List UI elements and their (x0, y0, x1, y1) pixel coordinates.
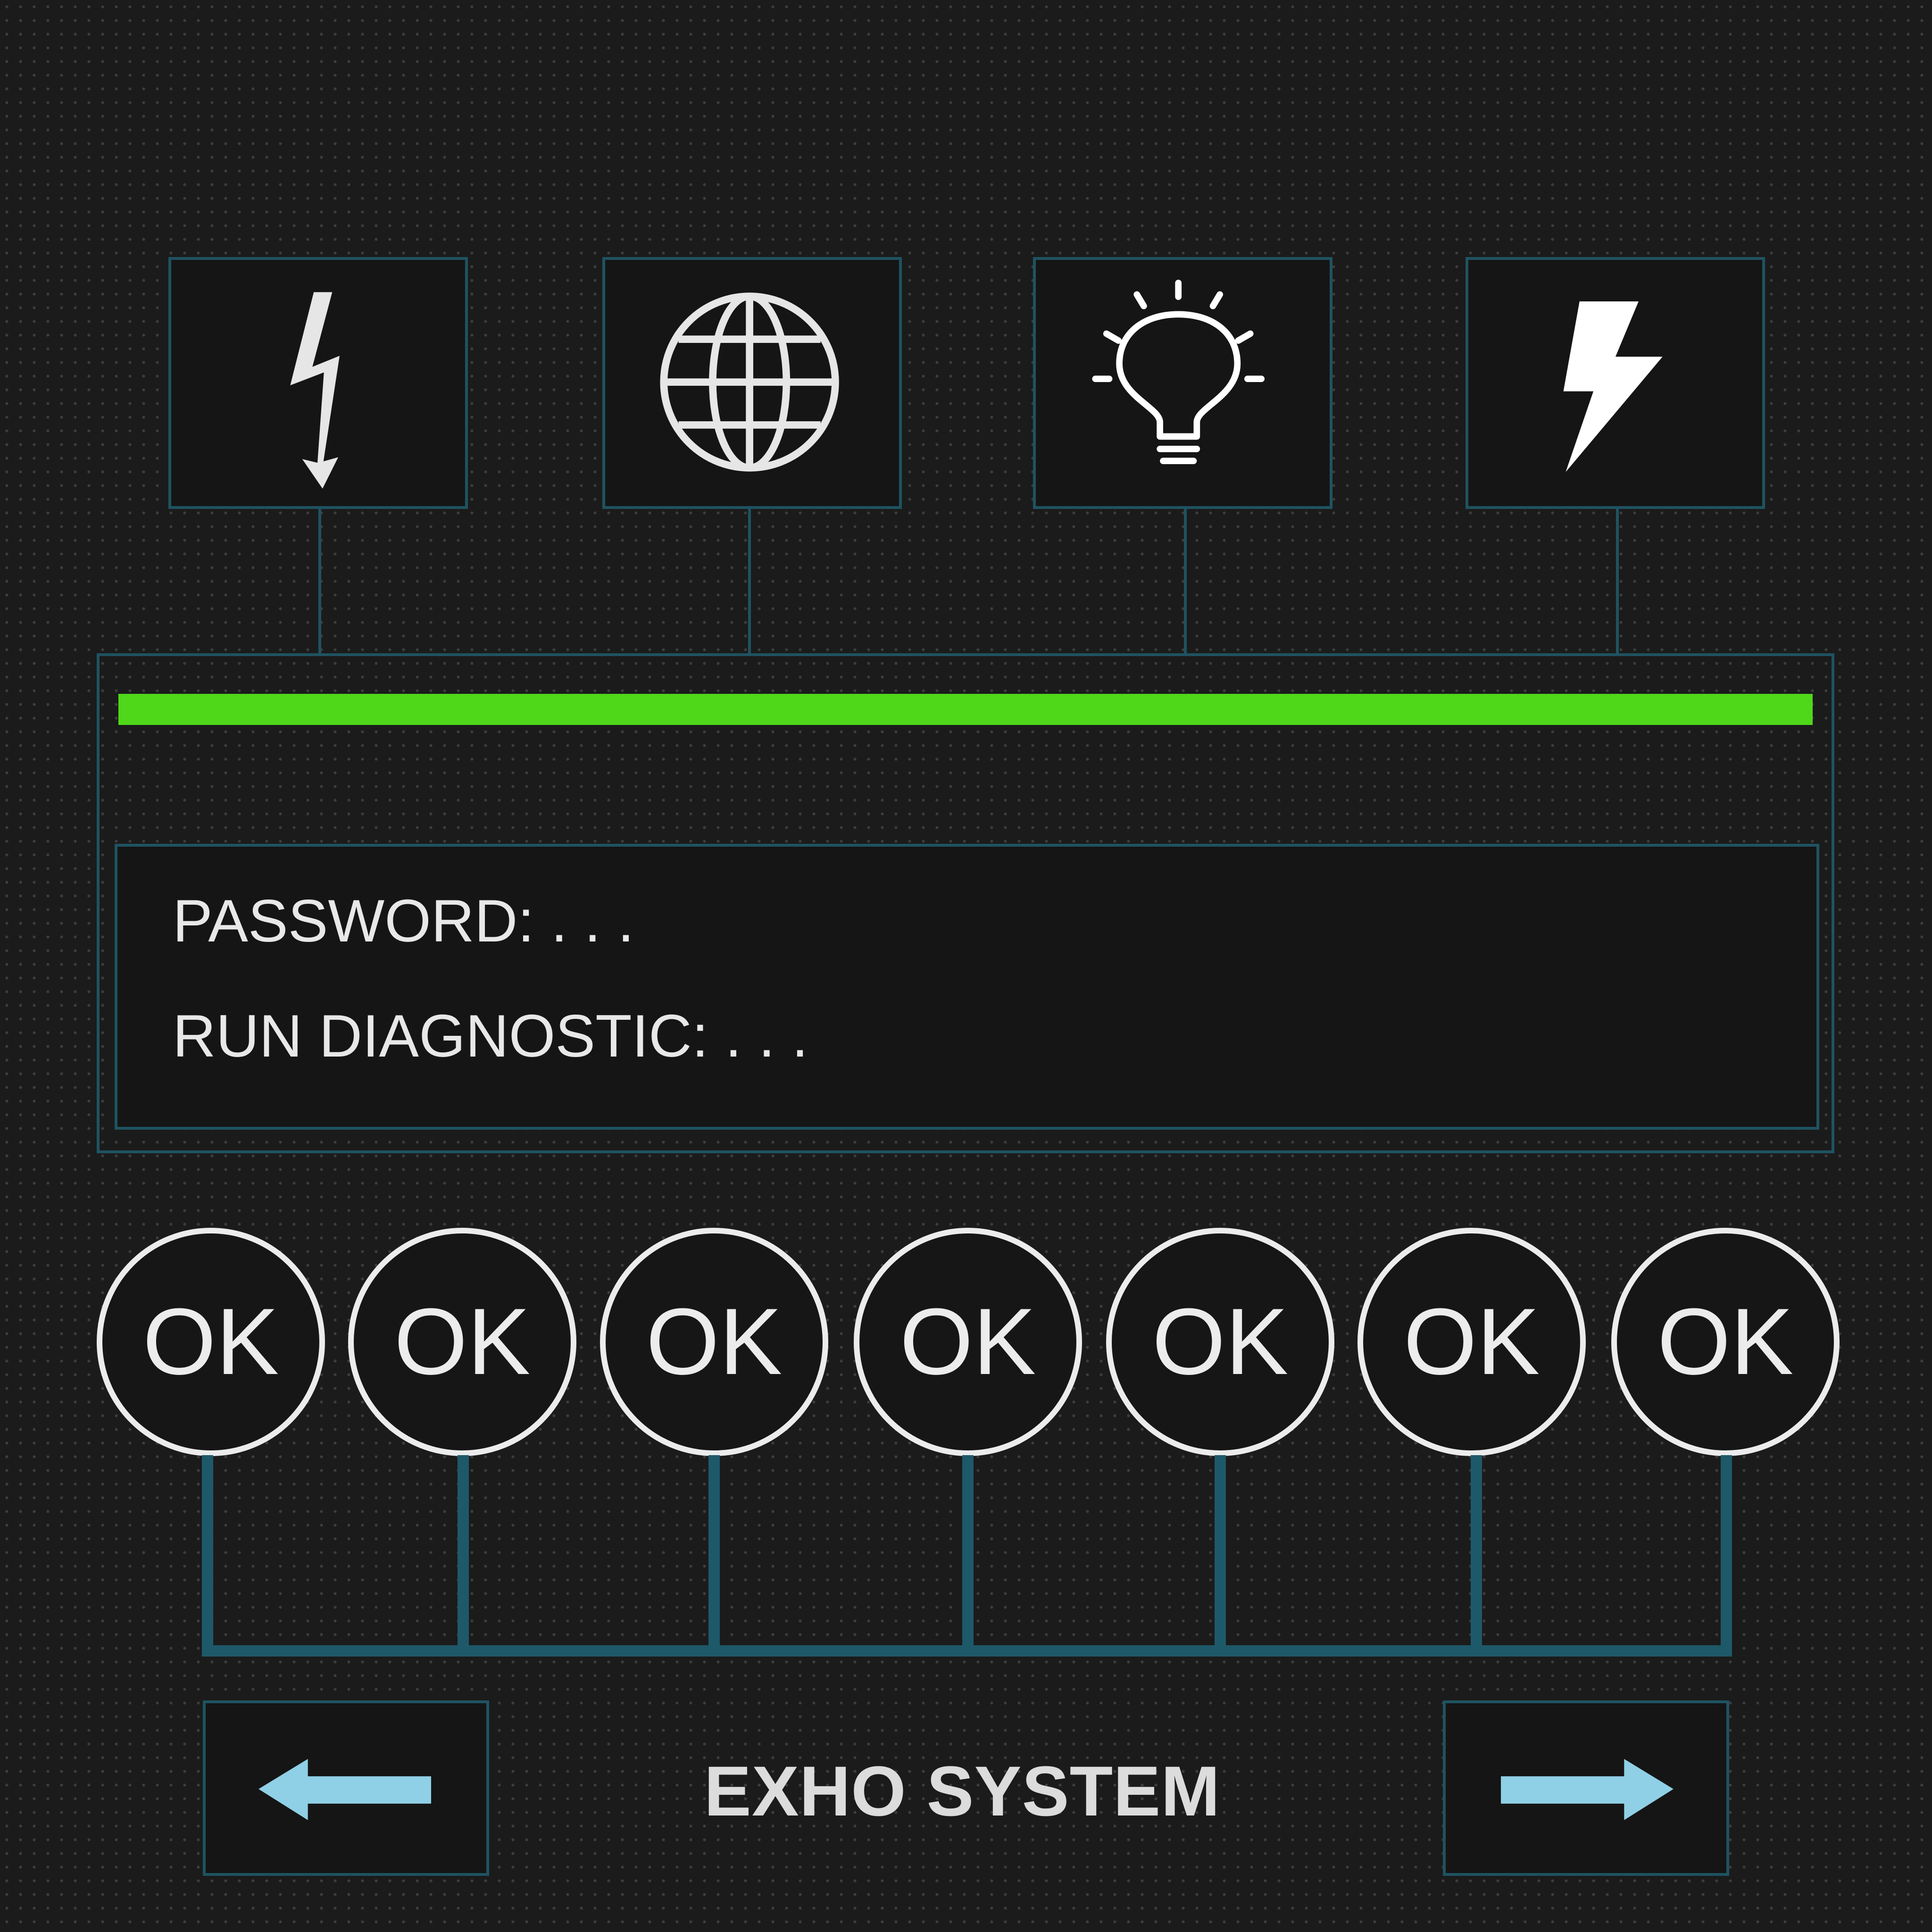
connector-line (748, 508, 751, 655)
bus-line (202, 1645, 1732, 1657)
bus-connector (1721, 1455, 1732, 1653)
high-voltage-icon (290, 292, 340, 489)
ok-button[interactable]: OK (97, 1228, 325, 1456)
ok-label: OK (646, 1289, 783, 1394)
ok-label: OK (1152, 1289, 1289, 1394)
lightbulb-icon (1092, 280, 1265, 465)
lightning-bolt-icon (1563, 301, 1663, 472)
progress-bar (118, 694, 1813, 725)
lightning-icon-box[interactable] (1466, 257, 1765, 509)
ok-label: OK (142, 1289, 279, 1394)
bus-connector (202, 1455, 213, 1653)
lightbulb-icon-box[interactable] (1033, 257, 1332, 509)
next-button[interactable] (1443, 1700, 1729, 1876)
ok-button[interactable]: OK (1357, 1228, 1586, 1456)
bus-connector (708, 1455, 720, 1653)
bus-connector (458, 1455, 469, 1653)
connector-line (318, 508, 321, 655)
bus-connector (962, 1455, 974, 1653)
connector-line (1184, 508, 1187, 655)
previous-button[interactable] (203, 1700, 489, 1876)
ok-button[interactable]: OK (854, 1228, 1082, 1456)
arrow-right-icon (1501, 1759, 1674, 1820)
ok-button[interactable]: OK (1106, 1228, 1334, 1456)
main-panel: PASSWORD: . . . RUN DIAGNOSTIC: . . . (97, 653, 1834, 1153)
ok-label: OK (899, 1289, 1036, 1394)
ok-label: OK (1403, 1289, 1540, 1394)
ok-button[interactable]: OK (600, 1228, 828, 1456)
globe-icon-box[interactable] (602, 257, 902, 509)
password-prompt[interactable]: PASSWORD: . . . (173, 891, 634, 951)
bus-connector (1471, 1455, 1482, 1653)
ok-label: OK (1657, 1289, 1794, 1394)
globe-icon (660, 292, 839, 472)
run-diagnostic-prompt[interactable]: RUN DIAGNOSTIC: . . . (173, 1006, 808, 1066)
ok-button[interactable]: OK (1611, 1228, 1840, 1456)
arrow-left-icon (258, 1759, 431, 1820)
ok-button[interactable]: OK (348, 1228, 576, 1456)
ok-label: OK (394, 1289, 531, 1394)
terminal-panel: PASSWORD: . . . RUN DIAGNOSTIC: . . . (115, 844, 1819, 1130)
system-title: EXHO SYSTEM (704, 1751, 1221, 1831)
bus-connector (1215, 1455, 1226, 1653)
progress-track (118, 694, 1813, 725)
power-icon-box[interactable] (168, 257, 468, 509)
connector-line (1616, 508, 1619, 655)
